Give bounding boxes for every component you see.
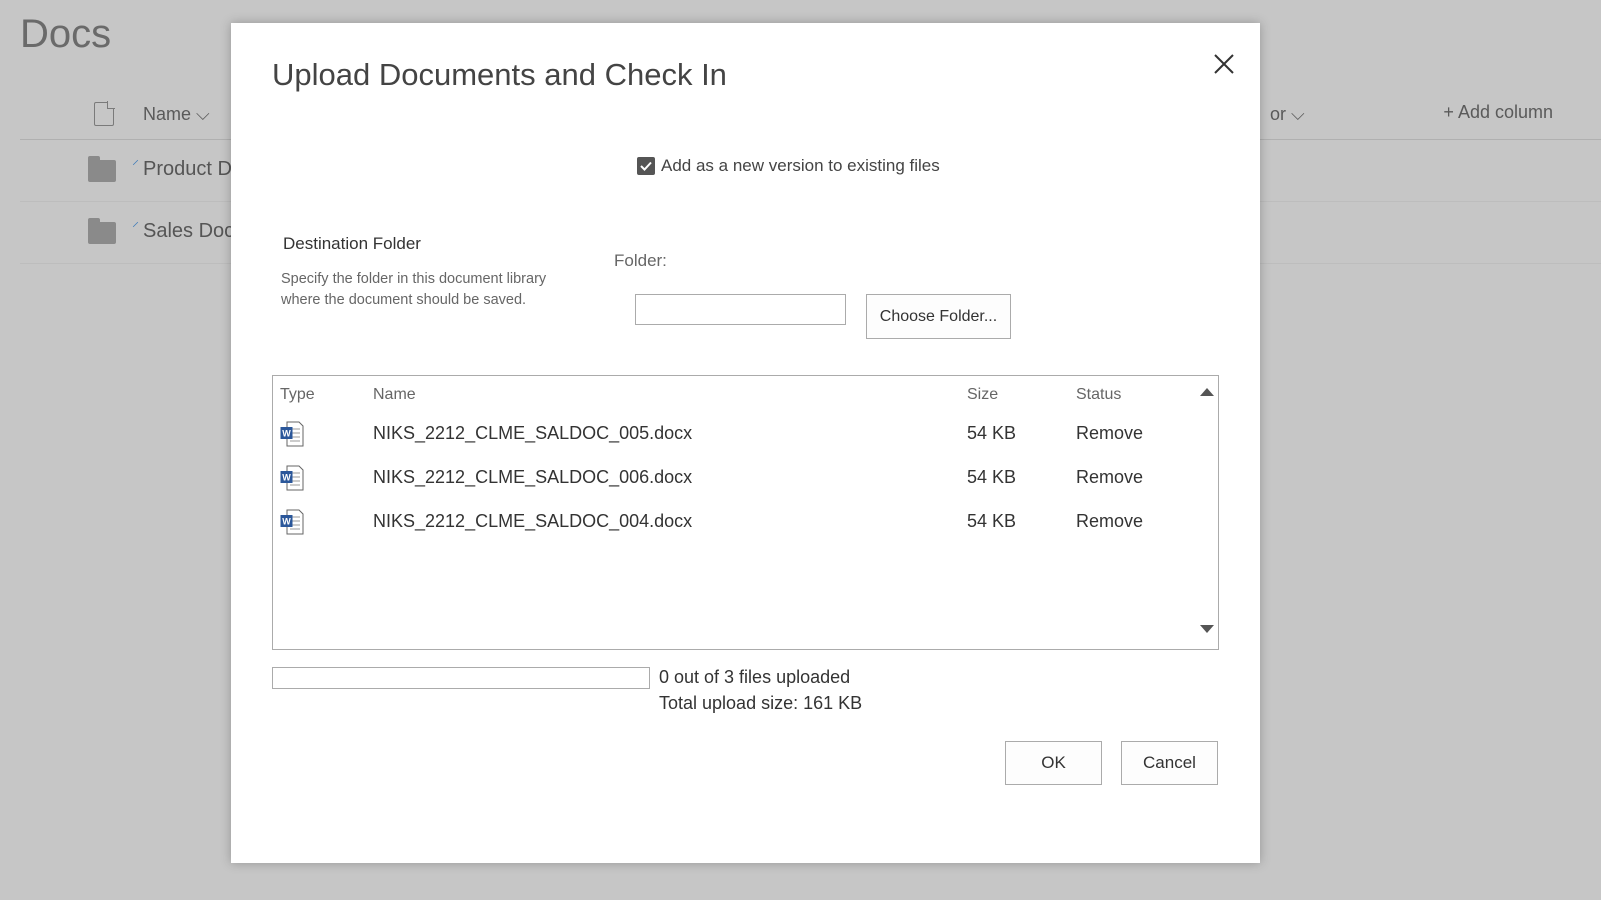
folder-icon <box>88 156 116 182</box>
upload-status-text: 0 out of 3 files uploaded <box>659 667 851 687</box>
upload-dialog: Upload Documents and Check In Add as a n… <box>231 23 1260 863</box>
add-column-button[interactable]: + Add column <box>1443 102 1553 123</box>
file-size: 54 KB <box>967 511 1017 531</box>
column-header-status: Status <box>1076 386 1122 403</box>
column-header-editor[interactable]: or ⌵ <box>1270 104 1305 125</box>
remove-file-link[interactable]: Remove <box>1076 467 1143 488</box>
cancel-button[interactable]: Cancel <box>1121 741 1218 785</box>
new-item-icon: ⸝ <box>132 151 139 167</box>
upload-total-size: Total upload size: 161 KB <box>659 693 863 713</box>
new-version-label: Add as a new version to existing files <box>661 156 940 175</box>
list-item-label: Sales Doc <box>143 220 235 242</box>
folder-input[interactable] <box>635 294 846 325</box>
table-row: W NIKS_2212_CLME_SALDOC_006.docx 54 KB R… <box>273 465 1193 509</box>
file-table: Type Name Size Status W NIKS_2212_CLME_S… <box>272 375 1219 650</box>
upload-progress-bar <box>272 667 650 689</box>
folder-icon <box>88 218 116 244</box>
new-item-icon: ⸝ <box>132 213 139 229</box>
document-icon <box>94 101 115 126</box>
plus-icon: + <box>1443 102 1458 122</box>
close-icon <box>1214 54 1234 74</box>
scroll-up-arrow-icon[interactable] <box>1200 388 1214 396</box>
choose-folder-button[interactable]: Choose Folder... <box>866 294 1011 339</box>
word-doc-icon: W <box>280 465 304 491</box>
destination-folder-description: Specify the folder in this document libr… <box>281 271 547 308</box>
new-version-option[interactable]: Add as a new version to existing files <box>637 156 940 176</box>
svg-text:W: W <box>282 473 291 483</box>
ok-button[interactable]: OK <box>1005 741 1102 785</box>
column-header-name[interactable]: Name ⌵ <box>143 104 210 125</box>
page-title: Docs <box>20 12 112 56</box>
new-version-checkbox[interactable] <box>637 157 655 175</box>
word-doc-icon: W <box>280 509 304 535</box>
table-row: W NIKS_2212_CLME_SALDOC_005.docx 54 KB R… <box>273 421 1193 465</box>
column-header-type: Type <box>280 386 315 403</box>
file-name: NIKS_2212_CLME_SALDOC_004.docx <box>373 511 693 531</box>
table-row: W NIKS_2212_CLME_SALDOC_004.docx 54 KB R… <box>273 509 1193 553</box>
file-size: 54 KB <box>967 423 1017 443</box>
list-item-label: Product D <box>143 158 232 180</box>
column-header-size: Size <box>967 386 999 403</box>
svg-text:W: W <box>282 429 291 439</box>
dialog-title: Upload Documents and Check In <box>272 57 727 92</box>
file-name: NIKS_2212_CLME_SALDOC_005.docx <box>373 423 693 443</box>
file-name: NIKS_2212_CLME_SALDOC_006.docx <box>373 467 693 487</box>
remove-file-link[interactable]: Remove <box>1076 423 1143 444</box>
scroll-down-arrow-icon[interactable] <box>1200 625 1214 633</box>
folder-label: Folder: <box>614 251 667 270</box>
word-doc-icon: W <box>280 421 304 447</box>
file-size: 54 KB <box>967 467 1017 487</box>
close-button[interactable] <box>1211 51 1237 77</box>
chevron-down-icon: ⌵ <box>196 104 210 124</box>
chevron-down-icon: ⌵ <box>1291 104 1305 124</box>
svg-text:W: W <box>282 517 291 527</box>
destination-folder-heading: Destination Folder <box>283 234 421 253</box>
checkmark-icon <box>640 161 652 171</box>
column-header-name: Name <box>373 386 416 403</box>
remove-file-link[interactable]: Remove <box>1076 511 1143 532</box>
